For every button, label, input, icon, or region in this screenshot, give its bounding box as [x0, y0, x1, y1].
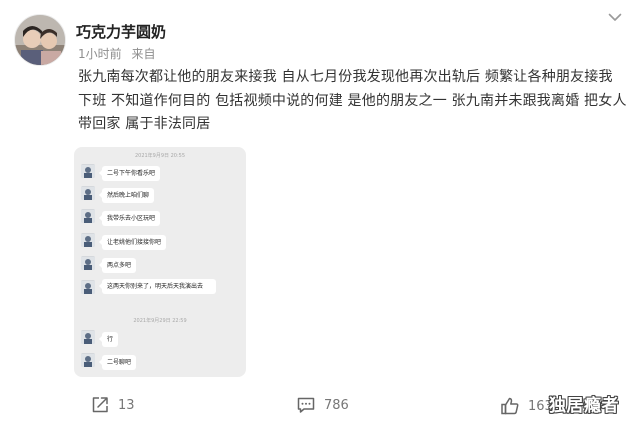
chat-avatar-icon: [81, 256, 95, 270]
chat-message: 二号聊吧: [98, 355, 137, 370]
thumbs-up-icon: [500, 396, 520, 416]
chat-avatar-icon: [81, 330, 95, 344]
post-text-line: 带回家 属于非法同居: [78, 116, 211, 132]
watermark-text: 独居瘾者: [549, 396, 619, 416]
chat-message: 二号下午你看乐吧: [98, 166, 161, 181]
chat-avatar-icon: [81, 353, 95, 367]
chat-timestamp: 2021年9月29日 22:59: [133, 318, 187, 324]
chat-avatar-icon: [81, 209, 95, 223]
chevron-down-icon: [608, 13, 622, 21]
post-text: 张九南每次都让他的朋友来接我 自从七月份我发现他再次出轨后 频繁让各种朋友接我 …: [78, 66, 634, 137]
comment-icon: [296, 395, 316, 415]
author-avatar[interactable]: [14, 14, 66, 66]
chat-message: 我带乐去小区玩吧: [98, 211, 161, 226]
chat-screenshot-image[interactable]: 2021年9月9日 20:55 二号下午你看乐吧 然后晚上咱们聊 我带乐去小区玩…: [74, 147, 246, 377]
post-menu-button[interactable]: [605, 9, 625, 25]
chat-message: 这两天你别来了，明天后天我演出去: [99, 279, 216, 294]
chat-avatar-icon: [81, 233, 95, 247]
chat-avatar-icon: [81, 186, 95, 200]
comment-button[interactable]: 786: [296, 395, 349, 415]
chat-avatar-icon: [81, 280, 95, 294]
weibo-post: 巧克力芋圆奶 1小时前 来自 张九南每次都让他的朋友来接我 自从七月份我发现他再…: [0, 0, 641, 425]
share-icon: [90, 395, 110, 415]
chat-message: 两点多吧: [98, 258, 137, 273]
chat-timestamp: 2021年9月9日 20:55: [134, 153, 186, 159]
share-count: 13: [118, 397, 135, 413]
post-text-line: 下班 不知道作何目的 包括视频中说的何建 是他的朋友之一 张九南并未跟我离婚 把…: [78, 92, 627, 109]
post-time: 1小时前: [78, 47, 122, 61]
share-button[interactable]: 13: [90, 395, 135, 415]
post-text-line: 张九南每次都让他的朋友来接我 自从七月份我发现他再次出轨后 频繁让各种朋友接我: [78, 69, 613, 85]
chat-message: 让老姚他们接接你吧: [98, 235, 167, 250]
post-source-label: 来自: [131, 47, 156, 61]
chat-avatar-icon: [81, 164, 95, 178]
chat-message: 行: [98, 332, 119, 347]
comment-count: 786: [324, 397, 349, 413]
chat-message: 然后晚上咱们聊: [98, 188, 155, 203]
avatar-photo-icon: [15, 15, 65, 65]
author-name[interactable]: 巧克力芋圆奶: [76, 21, 166, 42]
post-meta: 1小时前 来自: [78, 45, 155, 62]
